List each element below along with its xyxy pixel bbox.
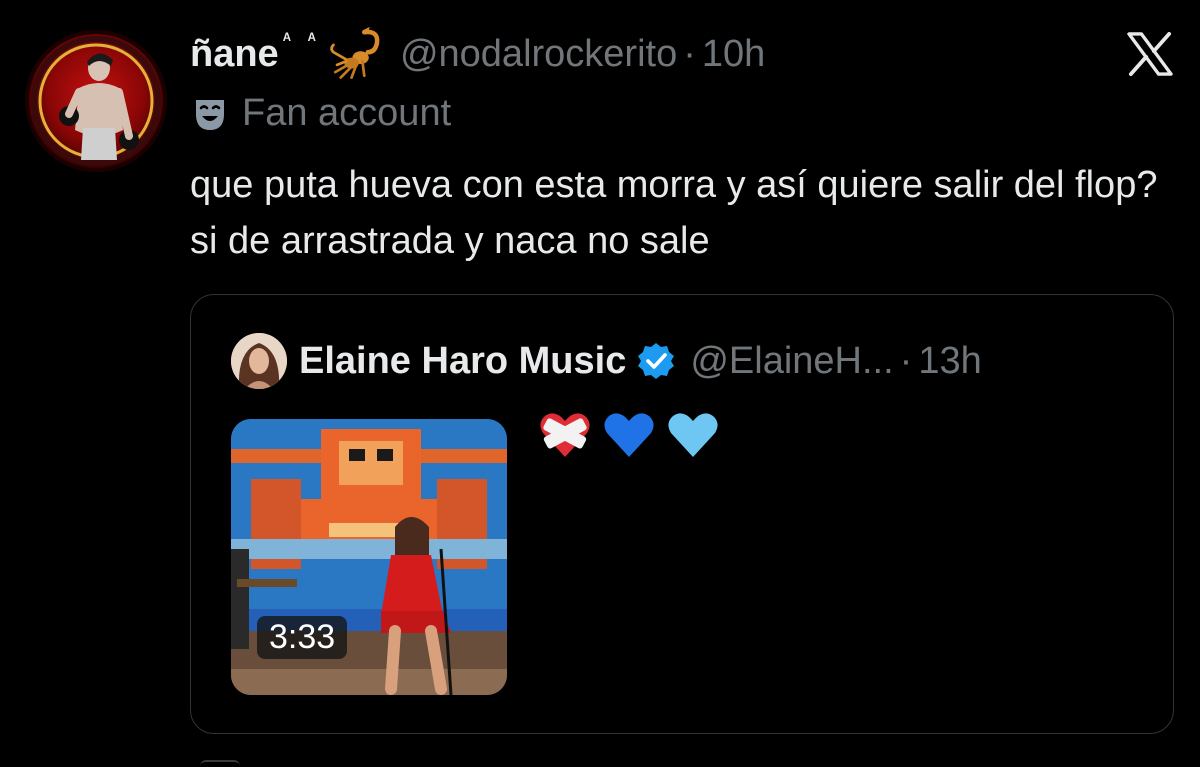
scorpion-icon	[330, 26, 380, 79]
separator-dot: ·	[683, 32, 696, 75]
heart-with-bandage-icon	[540, 413, 590, 457]
quoted-header: Elaine Haro Music @ElaineH... · 13h	[231, 333, 982, 389]
verified-badge-icon	[638, 343, 675, 379]
quoted-timestamp[interactable]: 13h	[918, 340, 981, 383]
theater-mask-icon	[196, 99, 224, 130]
quoted-tweet[interactable]: Elaine Haro Music @ElaineH... · 13h 3:33	[190, 294, 1174, 734]
name-suffix: ᴬ ᴬ	[282, 30, 322, 49]
video-thumbnail[interactable]: 3:33	[231, 419, 507, 695]
tweet-text: que puta hueva con esta morra y así quie…	[190, 164, 1158, 262]
action-bar-hint	[200, 760, 240, 767]
video-duration: 3:33	[257, 616, 348, 659]
blue-heart-icon	[604, 413, 654, 457]
x-logo-icon[interactable]	[1127, 32, 1173, 76]
quoted-separator-dot: ·	[899, 339, 913, 382]
quoted-text	[537, 407, 721, 463]
light-blue-heart-icon	[668, 413, 718, 457]
timestamp[interactable]: 10h	[702, 33, 765, 76]
user-handle[interactable]: @nodalrockerito	[400, 33, 677, 76]
user-avatar[interactable]	[25, 30, 167, 172]
tweet[interactable]: ñane ᴬ ᴬ @nodalrockerito · 10h Fan accou…	[0, 0, 1200, 767]
display-name[interactable]: ñane	[190, 33, 279, 76]
account-label[interactable]: Fan account	[192, 92, 451, 135]
fan-account-label: Fan account	[242, 92, 452, 134]
quoted-handle[interactable]: @ElaineH...	[690, 340, 893, 383]
tweet-header: ñane ᴬ ᴬ @nodalrockerito · 10h	[190, 24, 765, 84]
quoted-avatar[interactable]	[231, 333, 287, 389]
quoted-display-name[interactable]: Elaine Haro Music	[299, 340, 626, 383]
